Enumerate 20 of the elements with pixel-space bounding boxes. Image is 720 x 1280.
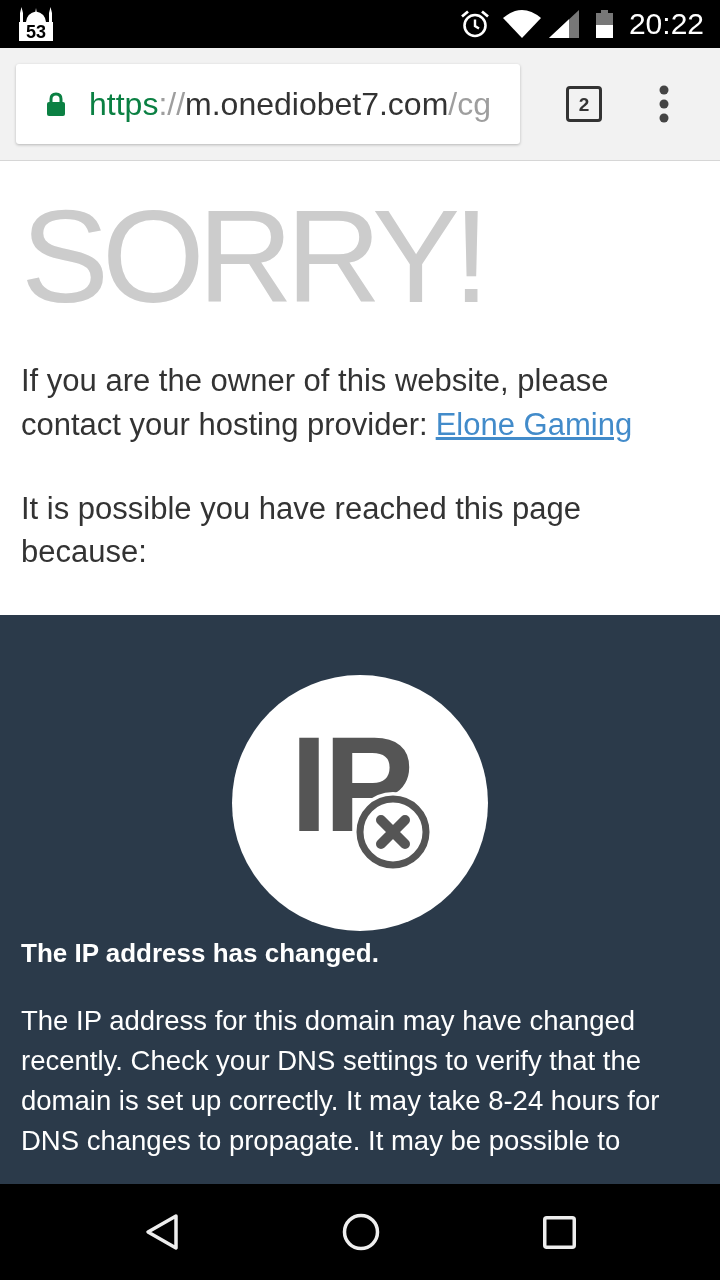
reason-title: The IP address has changed. [21,937,380,970]
back-icon[interactable] [144,1213,179,1251]
home-icon[interactable] [341,1213,380,1251]
notification-count: 53 [19,22,53,41]
mosque-icon [19,7,53,22]
status-time: 20:22 [628,7,704,41]
owner-note-text: If you are the owner of this website, please contact your hosting provider: Elone Gaming [21,362,634,444]
battery-icon [595,10,613,38]
alarm-clock-icon [459,9,490,39]
reason-intro-text: It is possible you have reached this page because: [21,490,583,571]
signal-icon [548,10,579,38]
reason-text: The IP address for this domain may have changed recently. Check your DNS settings to verify that the domain is set up correctly. It may take 8-24 hours for DNS changes to propagate. It may be possible to [21,1004,661,1158]
address-field[interactable]: https://m.onediobet7.com/cg [16,64,520,144]
ip-label: IP [290,735,410,835]
tab-switcher-button[interactable]: 2 [566,86,602,122]
recents-icon[interactable] [542,1215,576,1249]
wifi-icon [502,10,541,38]
hosting-provider-link[interactable]: Elone Gaming [435,407,633,442]
lock-icon [46,92,66,116]
menu-icon[interactable] [659,85,669,123]
